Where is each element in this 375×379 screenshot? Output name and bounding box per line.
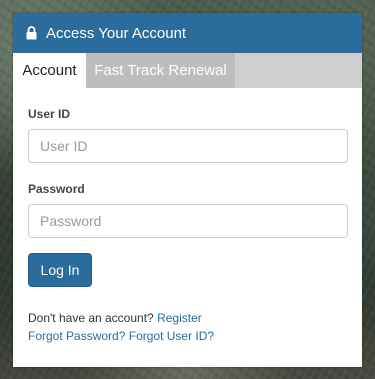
register-line: Don't have an account? Register bbox=[28, 309, 347, 327]
no-account-text: Don't have an account? bbox=[28, 311, 154, 325]
tab-account[interactable]: Account bbox=[13, 53, 86, 88]
login-form: User ID Password Log In Don't have an ac… bbox=[13, 107, 362, 345]
tab-bar: Account Fast Track Renewal bbox=[13, 53, 362, 88]
login-panel: Access Your Account Account Fast Track R… bbox=[13, 13, 362, 367]
user-id-label: User ID bbox=[28, 107, 71, 121]
password-label: Password bbox=[28, 182, 85, 196]
panel-title: Access Your Account bbox=[46, 24, 187, 42]
register-link[interactable]: Register bbox=[157, 311, 202, 325]
tab-bar-filler bbox=[235, 53, 362, 88]
lock-icon bbox=[26, 26, 37, 40]
password-input[interactable] bbox=[28, 204, 348, 238]
forgot-user-id-link[interactable]: Forgot User ID? bbox=[129, 329, 214, 343]
tab-fast-track-renewal[interactable]: Fast Track Renewal bbox=[86, 53, 235, 88]
log-in-button[interactable]: Log In bbox=[28, 253, 92, 287]
panel-header: Access Your Account bbox=[13, 13, 362, 53]
user-id-input[interactable] bbox=[28, 129, 348, 163]
forgot-password-link[interactable]: Forgot Password? bbox=[28, 329, 125, 343]
forgot-line: Forgot Password? Forgot User ID? bbox=[28, 327, 347, 345]
